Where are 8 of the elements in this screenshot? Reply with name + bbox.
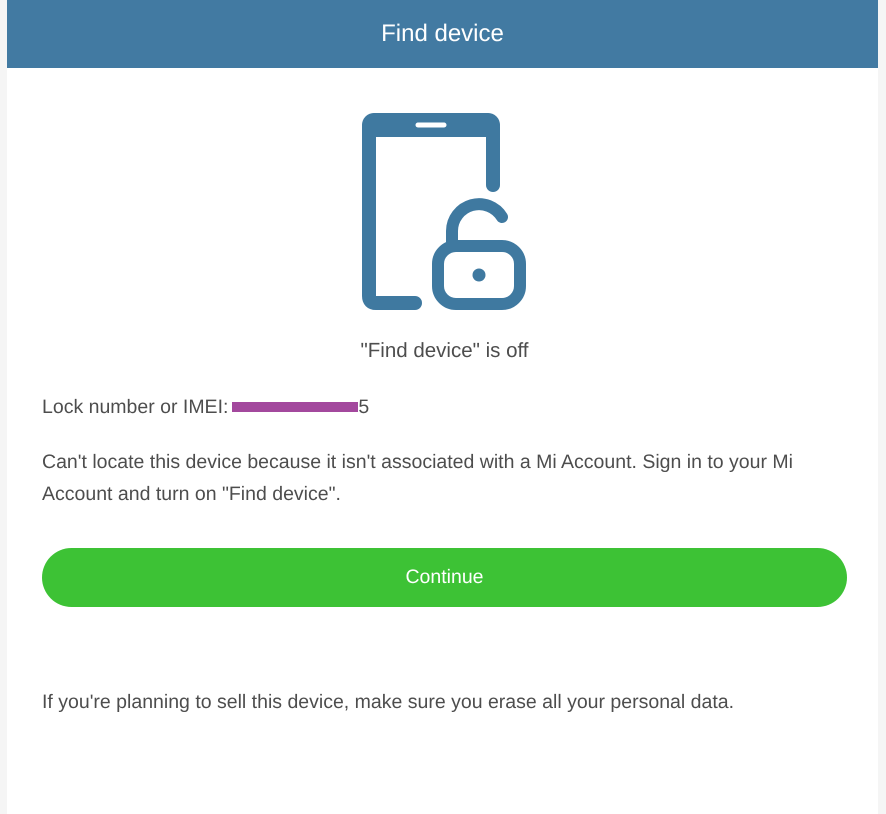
page-title: Find device <box>381 19 504 49</box>
account-message: Can't locate this device because it isn't associated with a Mi Account. Sign in to your Mi Account and turn on "Find device". <box>42 450 794 507</box>
phone-padlock-icon <box>362 113 528 311</box>
status-text: "Find device" is off <box>360 338 528 364</box>
continue-button[interactable]: Continue <box>42 548 847 607</box>
imei-label: Lock number or IMEI: <box>42 395 228 420</box>
imei-value: 5 <box>358 395 370 420</box>
sell-device-note: If you're planning to sell this device, make sure you erase all your personal data. <box>42 690 736 715</box>
